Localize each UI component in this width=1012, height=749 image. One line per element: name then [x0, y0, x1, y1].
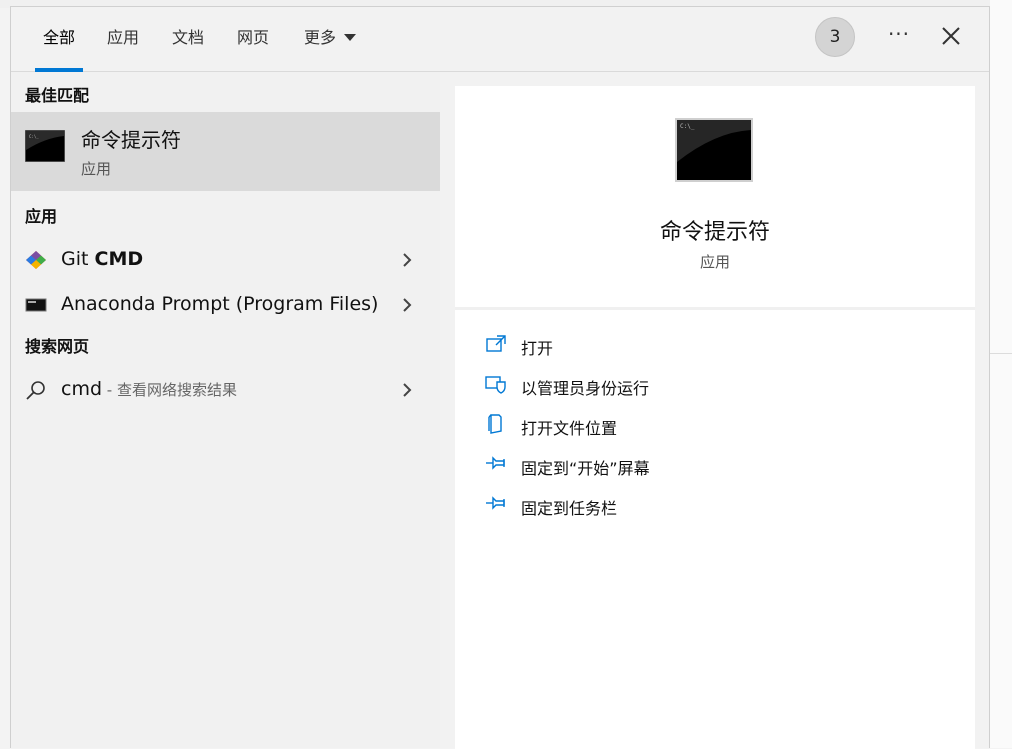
list-item-web-search[interactable]: cmd - 查看网络搜索结果: [11, 369, 440, 411]
command-prompt-icon: C:\_: [675, 118, 753, 182]
web-query: cmd: [61, 378, 103, 400]
tab-more[interactable]: 更多: [297, 7, 363, 71]
anaconda-prompt-icon: [25, 298, 47, 312]
action-label: 固定到任务栏: [521, 499, 618, 518]
apps-header: 应用: [25, 207, 58, 226]
pin-icon: [486, 456, 505, 470]
git-icon: [26, 251, 46, 269]
web-hint: - 查看网络搜索结果: [102, 381, 237, 399]
rewards-badge[interactable]: 3: [815, 17, 855, 57]
git-cmd-label-plain: Git: [61, 248, 95, 270]
action-open-file-location[interactable]: 打开文件位置: [483, 409, 943, 441]
file-location-icon: [488, 414, 502, 434]
list-item-anaconda-prompt[interactable]: Anaconda Prompt (Program Files): [11, 284, 440, 326]
action-open[interactable]: 打开: [483, 329, 943, 361]
svg-text:C:\_: C:\_: [29, 134, 39, 139]
more-options-button[interactable]: ···: [879, 19, 919, 55]
best-match-title: 命令提示符: [81, 128, 181, 152]
shield-icon: [485, 376, 506, 394]
open-icon: [486, 335, 506, 352]
command-prompt-icon: C:\_: [25, 130, 65, 162]
search-icon: [26, 381, 45, 400]
preview-panel: C:\_ 命令提示符 应用 打开 以管理员身份运行 打开文件位置 固定到“开始”…: [455, 86, 975, 749]
tab-documents[interactable]: 文档: [166, 7, 210, 71]
svg-text:C:\_: C:\_: [680, 123, 695, 130]
chevron-down-icon: [344, 34, 356, 41]
results-panel: 最佳匹配 C:\_ 命令提示符 应用 应用 Git CMD Anaconda P…: [11, 72, 440, 748]
action-pin-to-start[interactable]: 固定到“开始”屏幕: [483, 449, 943, 481]
action-label: 固定到“开始”屏幕: [521, 459, 650, 478]
git-cmd-label-bold: CMD: [94, 248, 144, 270]
preview-header: C:\_ 命令提示符 应用: [455, 86, 975, 310]
best-match-item[interactable]: C:\_ 命令提示符 应用: [11, 112, 440, 191]
action-run-as-admin[interactable]: 以管理员身份运行: [483, 369, 943, 401]
tab-apps[interactable]: 应用: [101, 7, 145, 71]
preview-title: 命令提示符: [659, 220, 770, 245]
chevron-right-icon[interactable]: [401, 297, 413, 313]
action-pin-to-taskbar[interactable]: 固定到任务栏: [483, 489, 943, 521]
search-window: 全部 应用 文档 网页 更多 3 ··· 最佳匹配 C:\_ 命令提示符 应用 …: [10, 6, 990, 749]
tab-bar: 全部 应用 文档 网页 更多 3 ···: [11, 7, 989, 72]
chevron-right-icon[interactable]: [401, 382, 413, 398]
close-icon[interactable]: [937, 22, 965, 50]
action-label: 以管理员身份运行: [521, 379, 650, 398]
tab-web[interactable]: 网页: [231, 7, 275, 71]
tab-all[interactable]: 全部: [35, 7, 83, 72]
list-item-git-cmd[interactable]: Git CMD: [11, 239, 440, 281]
preview-subtitle: 应用: [699, 253, 730, 271]
action-label: 打开文件位置: [521, 419, 618, 438]
pin-icon: [486, 496, 505, 510]
best-match-header: 最佳匹配: [25, 86, 90, 105]
chevron-right-icon[interactable]: [401, 252, 413, 268]
action-label: 打开: [521, 339, 554, 358]
anaconda-prompt-label: Anaconda Prompt (Program Files): [61, 293, 379, 315]
best-match-subtitle: 应用: [81, 160, 112, 178]
background-window-edge: [990, 0, 1012, 748]
web-search-header: 搜索网页: [25, 337, 90, 356]
